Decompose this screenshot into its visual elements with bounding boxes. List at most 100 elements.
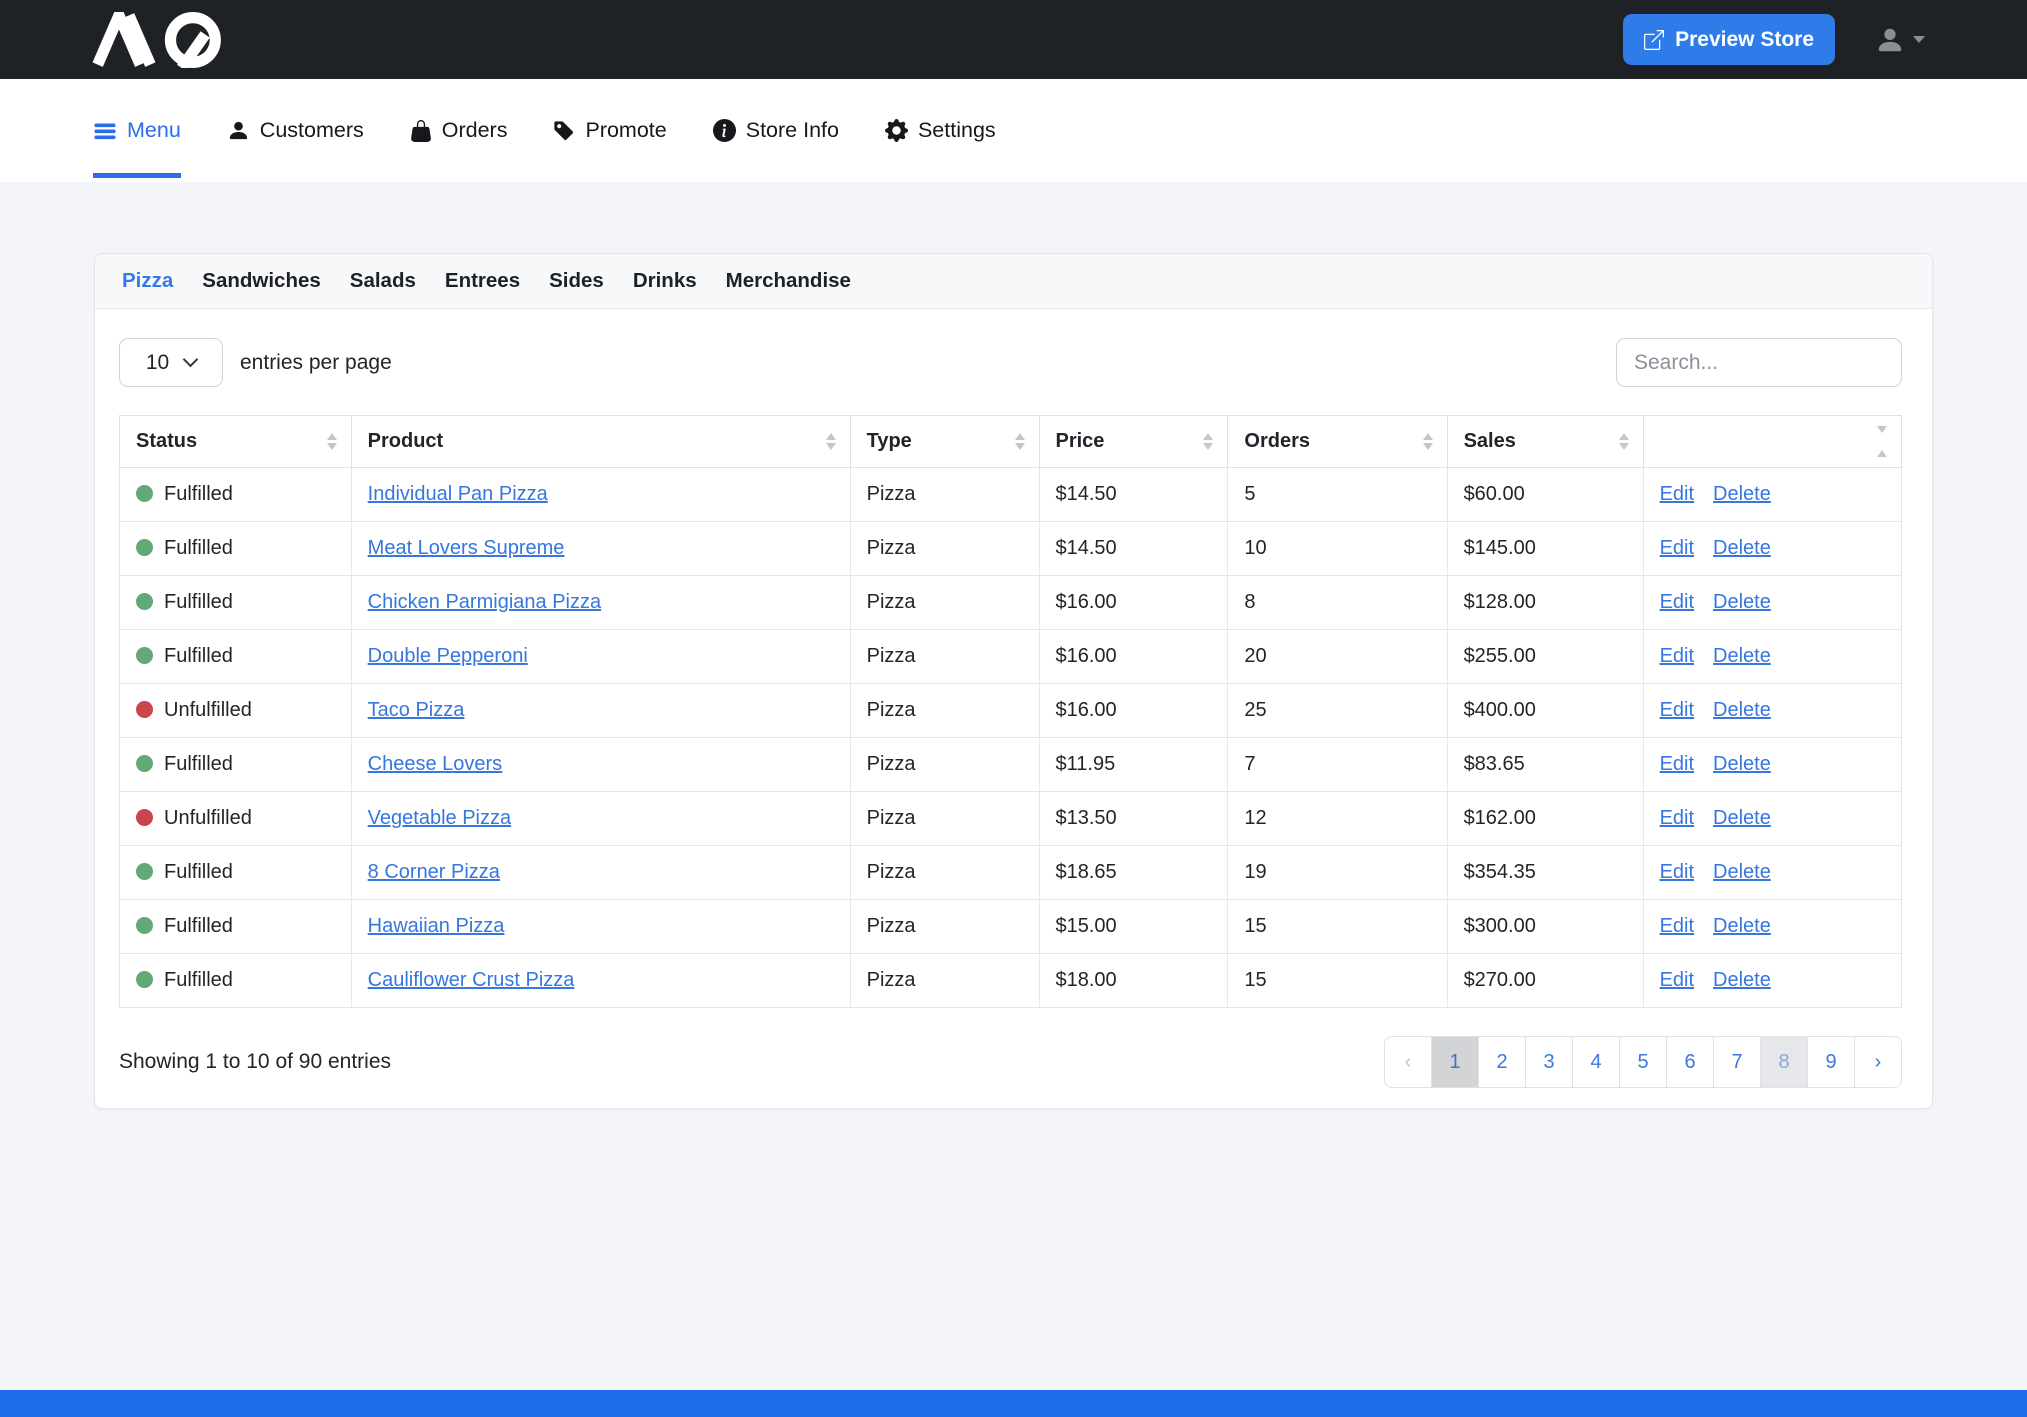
tab-pizza[interactable]: Pizza [122, 269, 173, 293]
edit-link[interactable]: Edit [1660, 699, 1694, 721]
actions-cell: Edit Delete [1643, 792, 1901, 846]
price-cell: $16.00 [1039, 630, 1228, 684]
column-header-price[interactable]: Price [1039, 416, 1228, 468]
column-header-status[interactable]: Status [120, 416, 352, 468]
pagination-page-8[interactable]: 8 [1760, 1036, 1808, 1088]
product-link[interactable]: 8 Corner Pizza [368, 861, 500, 883]
pagination-page-3[interactable]: 3 [1525, 1036, 1573, 1088]
nav-label: Customers [260, 118, 364, 143]
status-cell: Unfulfilled [120, 792, 352, 846]
nav-item-settings[interactable]: Settings [885, 79, 996, 182]
edit-link[interactable]: Edit [1660, 753, 1694, 775]
delete-link[interactable]: Delete [1713, 753, 1771, 775]
delete-link[interactable]: Delete [1713, 537, 1771, 559]
product-link[interactable]: Chicken Parmigiana Pizza [368, 591, 601, 613]
delete-link[interactable]: Delete [1713, 699, 1771, 721]
type-cell: Pizza [850, 846, 1039, 900]
delete-link[interactable]: Delete [1713, 483, 1771, 505]
tab-entrees[interactable]: Entrees [445, 269, 520, 293]
nav-item-store-info[interactable]: Store Info [713, 79, 839, 182]
tab-sandwiches[interactable]: Sandwiches [202, 269, 321, 293]
pagination-page-1[interactable]: 1 [1431, 1036, 1479, 1088]
entries-per-page-label: entries per page [240, 351, 392, 375]
edit-link[interactable]: Edit [1660, 807, 1694, 829]
price-cell: $14.50 [1039, 522, 1228, 576]
orders-cell: 10 [1228, 522, 1447, 576]
type-cell: Pizza [850, 576, 1039, 630]
search-input[interactable] [1616, 338, 1902, 387]
product-link[interactable]: Taco Pizza [368, 699, 465, 721]
product-link[interactable]: Cheese Lovers [368, 753, 503, 775]
table-row: Fulfilled Cauliflower Crust Pizza Pizza … [120, 954, 1902, 1008]
sales-cell: $300.00 [1447, 900, 1643, 954]
product-cell: Individual Pan Pizza [351, 468, 850, 522]
app-root: Preview Store Menu Customers [0, 0, 2027, 1417]
chevron-down-icon [183, 352, 199, 368]
table-row: Fulfilled Chicken Parmigiana Pizza Pizza… [120, 576, 1902, 630]
edit-link[interactable]: Edit [1660, 969, 1694, 991]
status-text: Fulfilled [164, 915, 233, 937]
preview-store-button[interactable]: Preview Store [1623, 14, 1835, 65]
column-header-orders[interactable]: Orders [1228, 416, 1447, 468]
pagination-page-4[interactable]: 4 [1572, 1036, 1620, 1088]
product-cell: Chicken Parmigiana Pizza [351, 576, 850, 630]
actions-cell: Edit Delete [1643, 468, 1901, 522]
pagination-next[interactable]: › [1854, 1036, 1902, 1088]
edit-link[interactable]: Edit [1660, 483, 1694, 505]
edit-link[interactable]: Edit [1660, 537, 1694, 559]
pagination-page-7[interactable]: 7 [1713, 1036, 1761, 1088]
product-link[interactable]: Hawaiian Pizza [368, 915, 505, 937]
column-header-actions[interactable] [1643, 416, 1901, 468]
type-cell: Pizza [850, 684, 1039, 738]
entries-per-page-select[interactable]: 10 [119, 338, 223, 387]
nav-label: Menu [127, 118, 181, 143]
column-header-product[interactable]: Product [351, 416, 850, 468]
tab-merchandise[interactable]: Merchandise [726, 269, 851, 293]
table-row: Fulfilled Individual Pan Pizza Pizza $14… [120, 468, 1902, 522]
account-menu[interactable] [1875, 25, 1925, 55]
nav-item-customers[interactable]: Customers [227, 79, 364, 182]
user-avatar-icon [1875, 25, 1905, 55]
edit-link[interactable]: Edit [1660, 645, 1694, 667]
tab-drinks[interactable]: Drinks [633, 269, 697, 293]
product-link[interactable]: Double Pepperoni [368, 645, 528, 667]
column-header-sales[interactable]: Sales [1447, 416, 1643, 468]
nav-item-orders[interactable]: Orders [410, 79, 508, 182]
pagination-page-2[interactable]: 2 [1478, 1036, 1526, 1088]
pagination-page-5[interactable]: 5 [1619, 1036, 1667, 1088]
product-link[interactable]: Meat Lovers Supreme [368, 537, 565, 559]
sort-icon [1203, 433, 1213, 450]
status-dot [136, 809, 153, 826]
info-circle-icon [713, 119, 736, 142]
delete-link[interactable]: Delete [1713, 645, 1771, 667]
showing-entries-text: Showing 1 to 10 of 90 entries [119, 1050, 391, 1074]
edit-link[interactable]: Edit [1660, 591, 1694, 613]
delete-link[interactable]: Delete [1713, 807, 1771, 829]
tab-salads[interactable]: Salads [350, 269, 416, 293]
delete-link[interactable]: Delete [1713, 915, 1771, 937]
pagination-page-9[interactable]: 9 [1807, 1036, 1855, 1088]
product-link[interactable]: Cauliflower Crust Pizza [368, 969, 575, 991]
table-row: Fulfilled 8 Corner Pizza Pizza $18.65 19… [120, 846, 1902, 900]
price-cell: $18.65 [1039, 846, 1228, 900]
tab-sides[interactable]: Sides [549, 269, 604, 293]
column-header-type[interactable]: Type [850, 416, 1039, 468]
nav-item-menu[interactable]: Menu [93, 79, 181, 182]
nav-item-promote[interactable]: Promote [553, 79, 666, 182]
sort-icon [826, 433, 836, 450]
table-row: Unfulfilled Vegetable Pizza Pizza $13.50… [120, 792, 1902, 846]
gear-icon [885, 119, 908, 142]
product-link[interactable]: Individual Pan Pizza [368, 483, 548, 505]
status-cell: Fulfilled [120, 468, 352, 522]
pagination-page-6[interactable]: 6 [1666, 1036, 1714, 1088]
brand-logo[interactable] [90, 12, 242, 68]
products-table: Status Product Type Price Orders Sales F… [119, 415, 1902, 1008]
edit-link[interactable]: Edit [1660, 915, 1694, 937]
delete-link[interactable]: Delete [1713, 861, 1771, 883]
price-cell: $14.50 [1039, 468, 1228, 522]
product-link[interactable]: Vegetable Pizza [368, 807, 511, 829]
edit-link[interactable]: Edit [1660, 861, 1694, 883]
delete-link[interactable]: Delete [1713, 969, 1771, 991]
tag-icon [553, 120, 575, 142]
delete-link[interactable]: Delete [1713, 591, 1771, 613]
